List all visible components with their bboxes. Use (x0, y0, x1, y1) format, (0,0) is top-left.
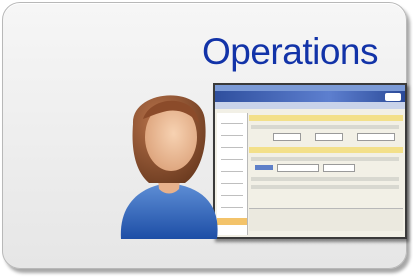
screenshot-row (251, 177, 399, 181)
screenshot-button (255, 165, 273, 170)
screenshot-field (277, 164, 319, 172)
screenshot-logo (385, 93, 401, 101)
app-screenshot-thumbnail (213, 83, 407, 239)
screenshot-highlight-band (249, 115, 403, 121)
screenshot-footer-panel (249, 208, 403, 231)
tile-title: Operations (202, 31, 379, 72)
screenshot-highlight-band (249, 147, 403, 153)
screenshot-tab-strip (215, 102, 405, 109)
screenshot-menu-bar (215, 91, 405, 102)
screenshot-field (273, 133, 301, 141)
screenshot-row (251, 157, 399, 161)
screenshot-row (251, 185, 399, 189)
user-avatar-icon (120, 95, 218, 239)
screenshot-row (251, 125, 399, 129)
screenshot-field (357, 133, 395, 141)
operations-tile[interactable]: Operations (2, 2, 407, 269)
screenshot-field (315, 133, 343, 141)
screenshot-field (323, 164, 355, 172)
